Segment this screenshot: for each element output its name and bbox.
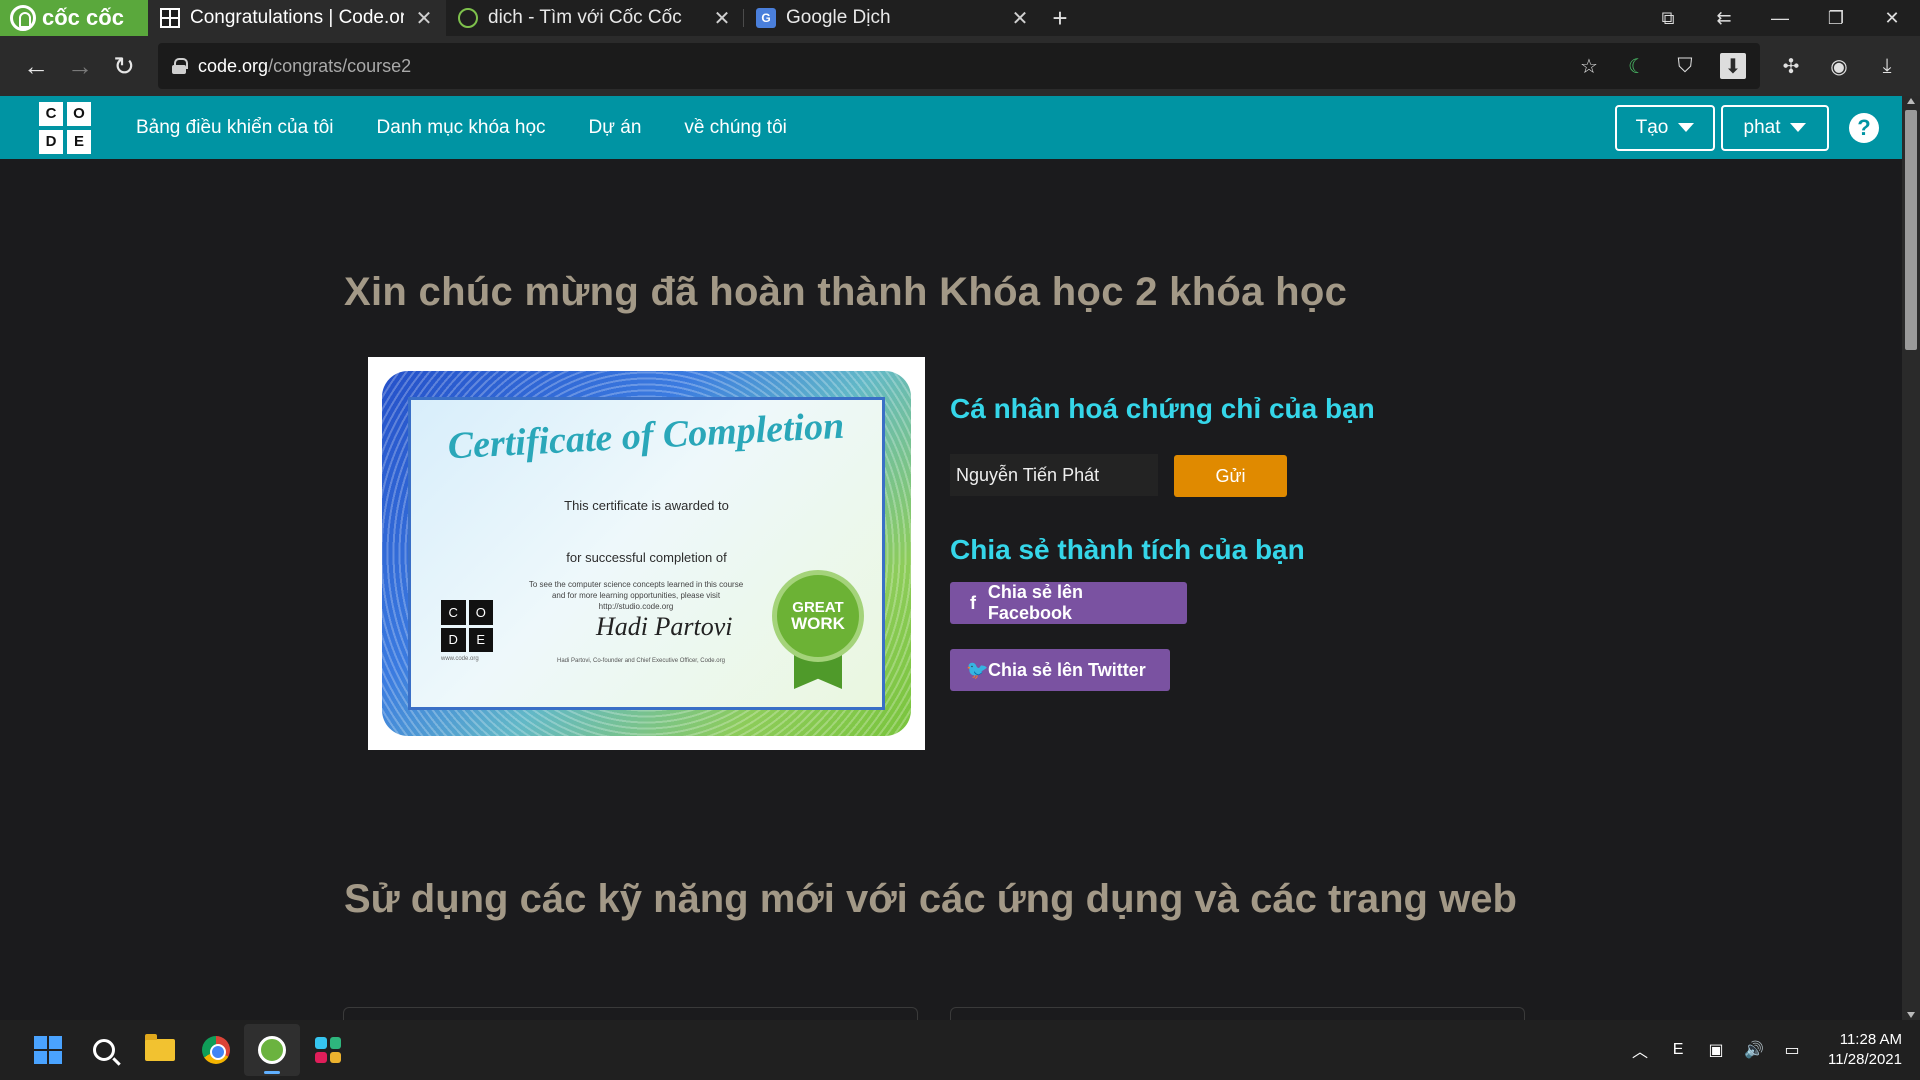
chrome-icon bbox=[202, 1036, 230, 1064]
nav-about[interactable]: về chúng tôi bbox=[684, 117, 786, 139]
send-button[interactable]: Gửi bbox=[1174, 455, 1287, 497]
personalize-heading: Cá nhân hoá chứng chỉ của bạn bbox=[950, 393, 1375, 424]
coccoc-favicon-icon bbox=[458, 8, 478, 28]
tab-search-icon[interactable]: ⧉ bbox=[1640, 8, 1696, 29]
close-window-button[interactable]: ✕ bbox=[1864, 8, 1920, 29]
slack-button[interactable] bbox=[300, 1024, 356, 1076]
url-field[interactable]: code.org/congrats/course2 ☆ ☾ ⛉ ⬇ bbox=[158, 43, 1760, 89]
system-tray: ︿ E ▣ 🔊 ▭ 11:28 AM 11/28/2021 bbox=[1628, 1030, 1902, 1070]
twitter-icon: 🐦 bbox=[966, 659, 989, 680]
certificate-name-field[interactable]: Nguyễn Tiến Phát bbox=[950, 454, 1158, 496]
file-explorer-button[interactable] bbox=[132, 1024, 188, 1076]
nav-course-catalog[interactable]: Danh mục khóa học bbox=[377, 117, 546, 139]
download-video-icon[interactable]: ⬇ bbox=[1720, 53, 1746, 79]
tab-label: Congratulations | Code.org bbox=[190, 7, 404, 28]
certificate-note-1: To see the computer science concepts lea… bbox=[528, 580, 744, 589]
back-button[interactable]: ← bbox=[14, 44, 58, 88]
certificate-logo-url: www.code.org bbox=[441, 656, 479, 662]
chevron-down-icon bbox=[1678, 123, 1695, 132]
network-icon[interactable]: ▣ bbox=[1704, 1040, 1728, 1060]
chevron-down-icon bbox=[1790, 123, 1807, 132]
page-title: Xin chúc mừng đã hoàn thành Khóa học 2 k… bbox=[344, 270, 1348, 314]
clock-time: 11:28 AM bbox=[1839, 1031, 1902, 1048]
chrome-button[interactable] bbox=[188, 1024, 244, 1076]
volume-icon[interactable]: 🔊 bbox=[1742, 1040, 1766, 1060]
forward-button[interactable]: → bbox=[58, 44, 102, 88]
start-button[interactable] bbox=[20, 1024, 76, 1076]
taskbar-search-button[interactable] bbox=[76, 1024, 132, 1076]
coccoc-button[interactable] bbox=[244, 1024, 300, 1076]
certificate-awarded-text: This certificate is awarded to bbox=[564, 498, 729, 513]
user-dropdown[interactable]: phat bbox=[1721, 104, 1829, 151]
taskbar: ︿ E ▣ 🔊 ▭ 11:28 AM 11/28/2021 bbox=[0, 1020, 1920, 1080]
code-org-logo[interactable]: CO DE bbox=[39, 101, 91, 154]
folder-icon bbox=[145, 1034, 175, 1061]
search-icon bbox=[93, 1039, 115, 1061]
dark-mode-moon-icon[interactable]: ☾ bbox=[1624, 53, 1650, 79]
google-translate-favicon-icon: G bbox=[756, 8, 776, 28]
tab-label: Google Dịch bbox=[786, 7, 891, 28]
coccoc-menu-button[interactable]: cốc cốc bbox=[0, 0, 148, 36]
input-method-icon[interactable]: E bbox=[1666, 1041, 1690, 1059]
site-nav: Bảng điều khiển của tôi Danh mục khóa họ… bbox=[136, 117, 787, 139]
window-controls: ⧉ ⇇ — ❐ ✕ bbox=[1640, 0, 1920, 36]
tab-label: dich - Tìm với Cốc Cốc bbox=[488, 7, 682, 28]
screen: cốc cốc Congratulations | Code.org ✕ dic… bbox=[0, 0, 1920, 1080]
coccoc-logo-icon bbox=[10, 5, 36, 31]
tab-google-translate[interactable]: G Google Dịch ✕ bbox=[744, 0, 1042, 36]
windows-icon bbox=[34, 1036, 62, 1064]
page-scrollbar[interactable] bbox=[1902, 96, 1920, 1020]
close-tab-icon[interactable]: ✕ bbox=[1010, 6, 1030, 31]
certificate-completion-text: for successful completion of bbox=[566, 550, 727, 565]
url-text: code.org/congrats/course2 bbox=[198, 55, 412, 76]
minimize-button[interactable]: — bbox=[1752, 8, 1808, 29]
help-icon[interactable]: ? bbox=[1849, 112, 1879, 143]
tab-code-org[interactable]: Congratulations | Code.org ✕ bbox=[148, 0, 446, 36]
scrollbar-thumb[interactable] bbox=[1905, 110, 1917, 350]
coccoc-icon bbox=[258, 1036, 286, 1064]
share-facebook-button[interactable]: f Chia sẻ lên Facebook bbox=[950, 582, 1187, 624]
downloads-icon[interactable]: ⤓ bbox=[1874, 53, 1900, 79]
back-arrow-icon[interactable]: ⇇ bbox=[1696, 8, 1752, 29]
close-tab-icon[interactable]: ✕ bbox=[414, 6, 434, 31]
facebook-icon: f bbox=[969, 592, 976, 613]
site-header: CO DE Bảng điều khiển của tôi Danh mục k… bbox=[0, 96, 1902, 159]
share-twitter-button[interactable]: 🐦 Chia sẻ lên Twitter bbox=[950, 649, 1170, 691]
clock[interactable]: 11:28 AM 11/28/2021 bbox=[1828, 1030, 1902, 1070]
adblock-shield-icon[interactable]: ⛉ bbox=[1672, 53, 1698, 79]
tab-search[interactable]: dich - Tìm với Cốc Cốc ✕ bbox=[446, 0, 744, 36]
lock-icon[interactable] bbox=[172, 58, 188, 74]
chevron-up-icon[interactable]: ︿ bbox=[1628, 1038, 1652, 1062]
certificate-heading: Certificate of Completion bbox=[446, 404, 846, 468]
close-tab-icon[interactable]: ✕ bbox=[712, 6, 732, 31]
code-org-favicon-icon bbox=[160, 8, 180, 28]
certificate-signature: Hadi Partovi bbox=[596, 612, 733, 641]
battery-icon[interactable]: ▭ bbox=[1780, 1040, 1804, 1060]
clock-date: 11/28/2021 bbox=[1828, 1051, 1902, 1068]
reload-button[interactable]: ↻ bbox=[102, 44, 146, 88]
nav-projects[interactable]: Dự án bbox=[589, 117, 642, 139]
bookmark-star-icon[interactable]: ☆ bbox=[1576, 53, 1602, 79]
certificate-image: Certificate of Completion This certifica… bbox=[368, 357, 925, 750]
certificate-note-2: and for more learning opportunities, ple… bbox=[551, 591, 721, 600]
slack-icon bbox=[315, 1037, 341, 1063]
create-dropdown[interactable]: Tạo bbox=[1615, 104, 1715, 151]
address-bar: ← → ↻ code.org/congrats/course2 ☆ ☾ ⛉ ⬇ … bbox=[0, 36, 1920, 96]
certificate-note-3: http://studio.code.org bbox=[598, 602, 674, 611]
great-work-badge: GREAT WORK bbox=[772, 570, 864, 662]
brand-label: cốc cốc bbox=[42, 5, 124, 30]
maximize-button[interactable]: ❐ bbox=[1808, 8, 1864, 29]
certificate-signer: Hadi Partovi, Co-founder and Chief Execu… bbox=[557, 658, 725, 664]
tab-strip: cốc cốc Congratulations | Code.org ✕ dic… bbox=[0, 0, 1920, 36]
share-heading: Chia sẻ thành tích của bạn bbox=[950, 534, 1305, 565]
certificate-code-logo: CO DE bbox=[441, 600, 493, 652]
profile-icon[interactable]: ◉ bbox=[1826, 53, 1852, 79]
nav-dashboard[interactable]: Bảng điều khiển của tôi bbox=[136, 117, 334, 139]
extensions-icon[interactable]: ✣ bbox=[1778, 53, 1804, 79]
new-tab-button[interactable]: + bbox=[1042, 0, 1078, 36]
apps-section-heading: Sử dụng các kỹ năng mới với các ứng dụng… bbox=[344, 877, 1517, 921]
